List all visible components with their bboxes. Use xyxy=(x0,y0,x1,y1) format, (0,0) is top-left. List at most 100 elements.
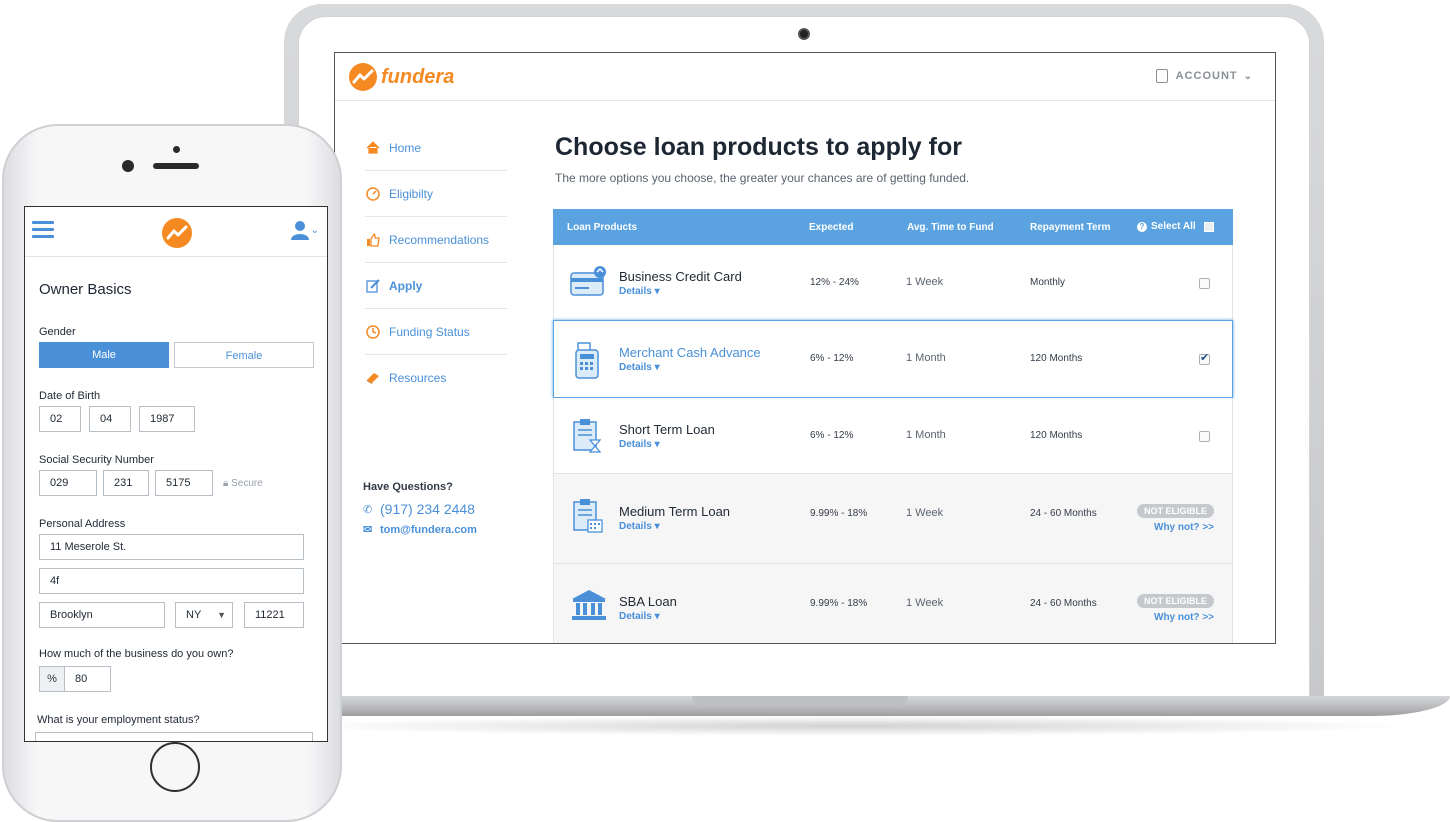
ownership-input[interactable]: 80 xyxy=(65,666,111,692)
sidebar-item-recommendations[interactable]: Recommendations xyxy=(365,217,507,263)
table-row: SBA Loan Details ▾ 9.99% - 18% 1 Week 24… xyxy=(553,564,1233,643)
sidebar-item-eligibility[interactable]: Eligibilty xyxy=(365,171,507,217)
page-subtitle: The more options you choose, the greater… xyxy=(555,171,970,185)
caret-down-icon: ▾ xyxy=(654,286,660,297)
expected-rate: 9.99% - 18% xyxy=(810,598,868,609)
owner-basics-form: Owner Basics Gender Male Female Date of … xyxy=(35,281,319,741)
details-label: Details xyxy=(619,362,652,373)
row-checkbox[interactable] xyxy=(1199,431,1210,442)
top-navbar: fundera ACCOUNT ⌄ xyxy=(335,53,1275,101)
address-city-state-zip: Brooklyn NY ▼ 11221 xyxy=(39,602,319,628)
row-checkbox[interactable] xyxy=(1199,278,1210,289)
marketing-stage: fundera ACCOUNT ⌄ Home Eligibilty Recomm… xyxy=(0,0,1450,822)
header-expected: Expected xyxy=(809,222,854,233)
state-value: NY xyxy=(186,609,202,621)
caret-down-icon: ▾ xyxy=(654,439,660,450)
address-line2-input[interactable]: 4f xyxy=(39,568,304,594)
logo-mark-icon[interactable] xyxy=(162,218,192,248)
ssn-part1-input[interactable]: 029 xyxy=(39,470,97,496)
select-all-control[interactable]: ? Select All xyxy=(1137,221,1214,232)
row-checkbox[interactable] xyxy=(1199,351,1210,365)
ssn-part3-input[interactable]: 5175 xyxy=(155,470,213,496)
table-row[interactable]: Short Term Loan Details ▾ 6% - 12% 1 Mon… xyxy=(553,398,1233,474)
help-icon[interactable]: ? xyxy=(1137,221,1147,232)
table-row[interactable]: Business Credit Card Details ▾ 12% - 24%… xyxy=(553,245,1233,321)
sidebar-item-label: Recommendations xyxy=(389,232,490,247)
clipboard-hourglass-icon xyxy=(570,418,606,453)
employment-select[interactable] xyxy=(35,732,313,741)
user-menu[interactable]: ⌄ xyxy=(290,220,319,240)
email-address: tom@fundera.com xyxy=(380,523,477,536)
dob-month-input[interactable]: 02 xyxy=(39,406,81,432)
secure-indicator: 🔒︎ Secure xyxy=(223,478,263,489)
loan-name: Business Credit Card xyxy=(619,269,742,284)
phone-icon: ✆ xyxy=(363,503,373,516)
state-select[interactable]: NY ▼ xyxy=(175,602,233,628)
header-repayment-term: Repayment Term xyxy=(1030,222,1111,233)
laptop-shadow xyxy=(280,716,1420,736)
caret-down-icon: ▼ xyxy=(217,610,226,620)
why-not-link[interactable]: Why not? >> xyxy=(1154,522,1214,533)
loan-products-table: Loan Products Expected Avg. Time to Fund… xyxy=(553,209,1233,643)
contact-email-link[interactable]: ✉ tom@fundera.com xyxy=(363,523,477,537)
details-toggle[interactable]: Details ▾ xyxy=(619,611,660,622)
hamburger-menu-icon[interactable] xyxy=(32,221,54,239)
expected-rate: 9.99% - 18% xyxy=(810,508,868,519)
phone-camera xyxy=(122,160,134,172)
repayment-term: Monthly xyxy=(1030,277,1066,288)
chevron-down-icon: ⌄ xyxy=(310,224,319,236)
ssn-part2-input[interactable]: 231 xyxy=(103,470,149,496)
fundera-logo[interactable]: fundera xyxy=(349,63,454,91)
dob-day-input[interactable]: 04 xyxy=(89,406,131,432)
details-toggle[interactable]: Details ▾ xyxy=(619,521,660,532)
repayment-term: 24 - 60 Months xyxy=(1030,508,1097,519)
caret-down-icon: ▾ xyxy=(654,611,660,622)
phone-speaker xyxy=(153,163,199,169)
sidebar-item-label: Resources xyxy=(389,371,447,385)
bank-building-icon xyxy=(570,588,606,622)
book-icon xyxy=(365,370,381,386)
repayment-term: 120 Months xyxy=(1030,353,1083,364)
gender-toggle: Male Female xyxy=(39,342,319,368)
details-toggle[interactable]: Details ▾ xyxy=(619,439,660,450)
thumbs-up-icon xyxy=(365,232,381,248)
loan-name: Merchant Cash Advance xyxy=(619,345,761,360)
percent-addon: % xyxy=(39,666,65,692)
zip-input[interactable]: 11221 xyxy=(244,602,304,628)
caret-down-icon: ▾ xyxy=(654,362,660,373)
select-all-checkbox[interactable] xyxy=(1203,221,1214,232)
details-toggle[interactable]: Details ▾ xyxy=(619,362,660,373)
sidebar-nav: Home Eligibilty Recommendations Apply Fu… xyxy=(365,125,507,401)
city-input[interactable]: Brooklyn xyxy=(39,602,165,628)
home-icon xyxy=(365,140,381,156)
expected-rate: 6% - 12% xyxy=(810,353,854,364)
expected-rate: 12% - 24% xyxy=(810,277,859,288)
gender-female-button[interactable]: Female xyxy=(174,342,314,368)
gender-male-button[interactable]: Male xyxy=(39,342,169,368)
not-eligible-badge: NOT ELIGIBLE xyxy=(1137,504,1214,518)
table-row[interactable]: Merchant Cash Advance Details ▾ 6% - 12%… xyxy=(553,320,1233,398)
ssn-fields: 029 231 5175 🔒︎ Secure xyxy=(39,470,319,496)
brand-name: fundera xyxy=(381,65,455,88)
sidebar-item-apply[interactable]: Apply xyxy=(365,263,507,309)
address-line1-input[interactable]: 11 Meserole St. xyxy=(39,534,304,560)
repayment-term: 120 Months xyxy=(1030,430,1083,441)
time-to-fund: 1 Week xyxy=(906,597,944,609)
laptop-notch xyxy=(692,696,908,706)
details-toggle[interactable]: Details ▾ xyxy=(619,286,660,297)
loan-name: Medium Term Loan xyxy=(619,504,731,519)
phone-home-button[interactable] xyxy=(150,742,200,792)
sidebar-item-resources[interactable]: Resources xyxy=(365,355,507,401)
sidebar-item-label: Apply xyxy=(389,278,423,293)
account-menu[interactable]: ACCOUNT ⌄ xyxy=(1155,69,1253,83)
sidebar-item-funding-status[interactable]: Funding Status xyxy=(365,309,507,355)
why-not-link[interactable]: Why not? >> xyxy=(1154,612,1214,623)
dob-year-input[interactable]: 1987 xyxy=(139,406,195,432)
phone-device: ⌄ Owner Basics Gender Male Female Date o… xyxy=(2,124,342,822)
contact-phone-link[interactable]: ✆ (917) 234 2448 xyxy=(363,501,477,517)
expected-rate: 6% - 12% xyxy=(810,430,854,441)
sidebar-item-home[interactable]: Home xyxy=(365,125,507,171)
page-title: Choose loan products to apply for xyxy=(555,133,962,161)
header-loan-products: Loan Products xyxy=(567,222,638,233)
card-terminal-icon xyxy=(570,341,606,379)
